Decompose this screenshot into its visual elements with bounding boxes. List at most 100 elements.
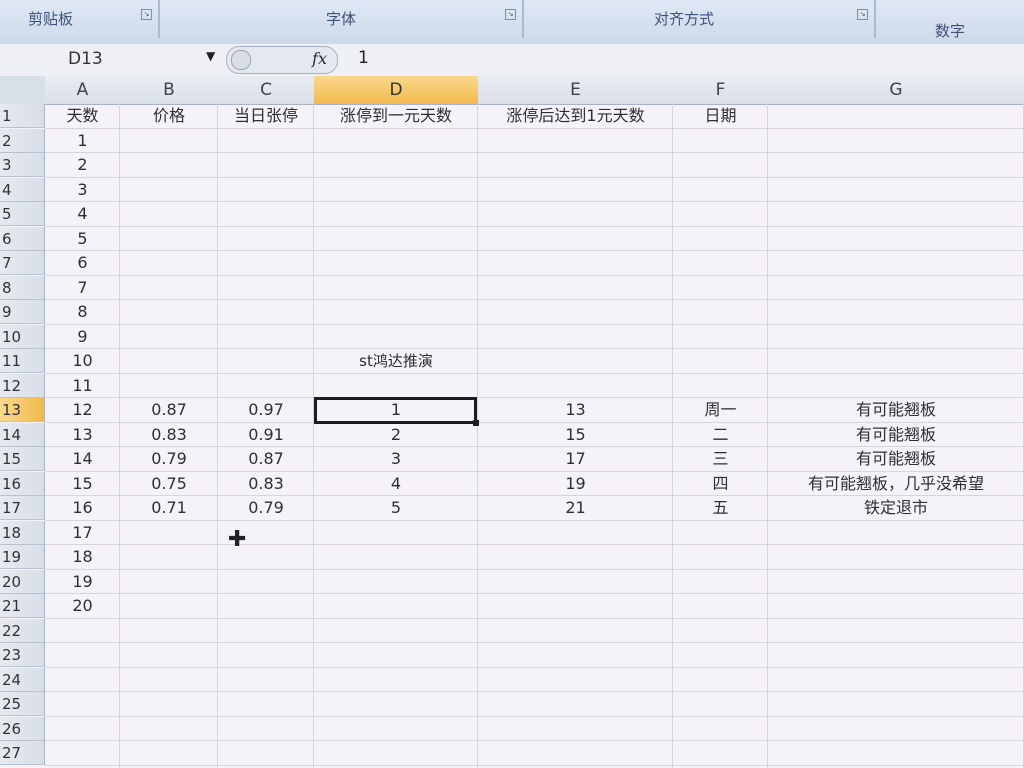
cell-a13[interactable]: 12: [45, 398, 120, 422]
ribbon-group-number[interactable]: 数字: [876, 0, 1024, 40]
column-header-f[interactable]: F: [673, 76, 769, 105]
active-cell-d13[interactable]: [314, 397, 479, 426]
cell-e14[interactable]: 15: [478, 423, 673, 447]
formula-input[interactable]: 1: [358, 48, 369, 68]
ribbon-group-clipboard[interactable]: 剪贴板 ↘: [0, 0, 160, 38]
cell-e16[interactable]: 19: [478, 472, 673, 496]
cell-e13[interactable]: 13: [478, 398, 673, 422]
cell-a15[interactable]: 14: [45, 447, 120, 471]
cell-a8[interactable]: 7: [45, 276, 120, 300]
row-header-13[interactable]: 13: [0, 398, 45, 422]
row-header-12[interactable]: 12: [0, 373, 45, 398]
cell-g15[interactable]: 有可能翘板: [768, 447, 1024, 471]
row-header-17[interactable]: 17: [0, 496, 45, 520]
header-cell-d[interactable]: 涨停到一元天数: [314, 104, 478, 128]
ribbon-group-font[interactable]: 字体 ↘: [160, 0, 524, 38]
cell-a2[interactable]: 1: [45, 129, 120, 153]
name-box[interactable]: D13 ▼: [6, 47, 216, 71]
cell-c17[interactable]: 0.79: [218, 496, 314, 520]
row-header-25[interactable]: 25: [0, 692, 45, 716]
row-header-27[interactable]: 27: [0, 741, 45, 765]
header-cell-c[interactable]: 当日张停: [218, 104, 314, 128]
cell-c16[interactable]: 0.83: [218, 472, 314, 496]
cell-a4[interactable]: 3: [45, 178, 120, 202]
cell-a12[interactable]: 11: [45, 374, 120, 398]
row-header-2[interactable]: 2: [0, 128, 45, 153]
row-header-4[interactable]: 4: [0, 177, 45, 202]
insert-function-button[interactable]: fx: [226, 46, 338, 74]
column-header-d[interactable]: D: [314, 76, 479, 105]
cell-d17[interactable]: 5: [314, 496, 478, 520]
cell-a6[interactable]: 5: [45, 227, 120, 251]
row-header-20[interactable]: 20: [0, 569, 45, 594]
cell-b16[interactable]: 0.75: [120, 472, 218, 496]
fill-handle[interactable]: [473, 419, 479, 426]
cell-d14[interactable]: 2: [314, 423, 478, 447]
cell-a16[interactable]: 15: [45, 472, 120, 496]
row-header-6[interactable]: 6: [0, 226, 45, 251]
cell-g14[interactable]: 有可能翘板: [768, 423, 1024, 447]
cell-a14[interactable]: 13: [45, 423, 120, 447]
cell-g16[interactable]: 有可能翘板，几乎没希望: [768, 472, 1024, 496]
row-header-19[interactable]: 19: [0, 545, 45, 569]
cell-f17[interactable]: 五: [673, 496, 768, 520]
cell-a5[interactable]: 4: [45, 202, 120, 226]
cell-b15[interactable]: 0.79: [120, 447, 218, 471]
header-cell-e[interactable]: 涨停后达到1元天数: [478, 104, 673, 128]
row-header-24[interactable]: 24: [0, 667, 45, 692]
row-header-7[interactable]: 7: [0, 251, 45, 275]
cell-a11[interactable]: 10: [45, 349, 120, 373]
row-header-16[interactable]: 16: [0, 471, 45, 496]
cell-g13[interactable]: 有可能翘板: [768, 398, 1024, 422]
column-header-g[interactable]: G: [768, 76, 1024, 105]
cell-a17[interactable]: 16: [45, 496, 120, 520]
cell-f15[interactable]: 三: [673, 447, 768, 471]
cell-c15[interactable]: 0.87: [218, 447, 314, 471]
ribbon-group-alignment[interactable]: 对齐方式 ↘: [524, 0, 876, 38]
row-header-9[interactable]: 9: [0, 300, 45, 324]
cell-f14[interactable]: 二: [673, 423, 768, 447]
header-cell-a[interactable]: 天数: [45, 104, 120, 128]
cell-c14[interactable]: 0.91: [218, 423, 314, 447]
cell-b14[interactable]: 0.83: [120, 423, 218, 447]
dialog-launcher-icon[interactable]: ↘: [857, 9, 868, 20]
column-header-e[interactable]: E: [478, 76, 674, 105]
cell-a3[interactable]: 2: [45, 153, 120, 177]
row-header-1[interactable]: 1: [0, 104, 45, 128]
cell-e15[interactable]: 17: [478, 447, 673, 471]
header-cell-b[interactable]: 价格: [120, 104, 218, 128]
cell-f16[interactable]: 四: [673, 472, 768, 496]
cell-e17[interactable]: 21: [478, 496, 673, 520]
dialog-launcher-icon[interactable]: ↘: [505, 9, 516, 20]
cell-a21[interactable]: 20: [45, 594, 120, 618]
cell-a18[interactable]: 17: [45, 521, 120, 545]
spreadsheet-grid[interactable]: A B C D E F G 1 2 3 4 5 6 7 8 9 10 11 12 13 14 15 16 17 18 19 20 21…: [0, 76, 1024, 768]
column-header-a[interactable]: A: [45, 76, 121, 105]
column-header-c[interactable]: C: [218, 76, 315, 105]
row-header-8[interactable]: 8: [0, 275, 45, 300]
cell-a20[interactable]: 19: [45, 570, 120, 594]
row-header-15[interactable]: 15: [0, 447, 45, 471]
cell-b17[interactable]: 0.71: [120, 496, 218, 520]
row-header-18[interactable]: 18: [0, 520, 45, 545]
row-header-22[interactable]: 22: [0, 618, 45, 643]
column-header-b[interactable]: B: [120, 76, 219, 105]
row-header-11[interactable]: 11: [0, 349, 45, 373]
row-header-14[interactable]: 14: [0, 422, 45, 447]
dialog-launcher-icon[interactable]: ↘: [141, 9, 152, 20]
chevron-down-icon[interactable]: ▼: [206, 49, 215, 63]
cell-a7[interactable]: 6: [45, 251, 120, 275]
header-cell-f[interactable]: 日期: [673, 104, 768, 128]
cell-g17[interactable]: 铁定退市: [768, 496, 1024, 520]
row-header-23[interactable]: 23: [0, 643, 45, 667]
cell-a10[interactable]: 9: [45, 325, 120, 349]
cell-d11-note[interactable]: st鸿达推演: [314, 349, 478, 373]
cell-d15[interactable]: 3: [314, 447, 478, 471]
row-header-5[interactable]: 5: [0, 202, 45, 226]
cell-f13[interactable]: 周一: [673, 398, 768, 422]
cell-c13[interactable]: 0.97: [218, 398, 314, 422]
cell-a9[interactable]: 8: [45, 300, 120, 324]
select-all-corner[interactable]: [0, 76, 46, 105]
row-header-26[interactable]: 26: [0, 716, 45, 741]
row-header-10[interactable]: 10: [0, 324, 45, 349]
